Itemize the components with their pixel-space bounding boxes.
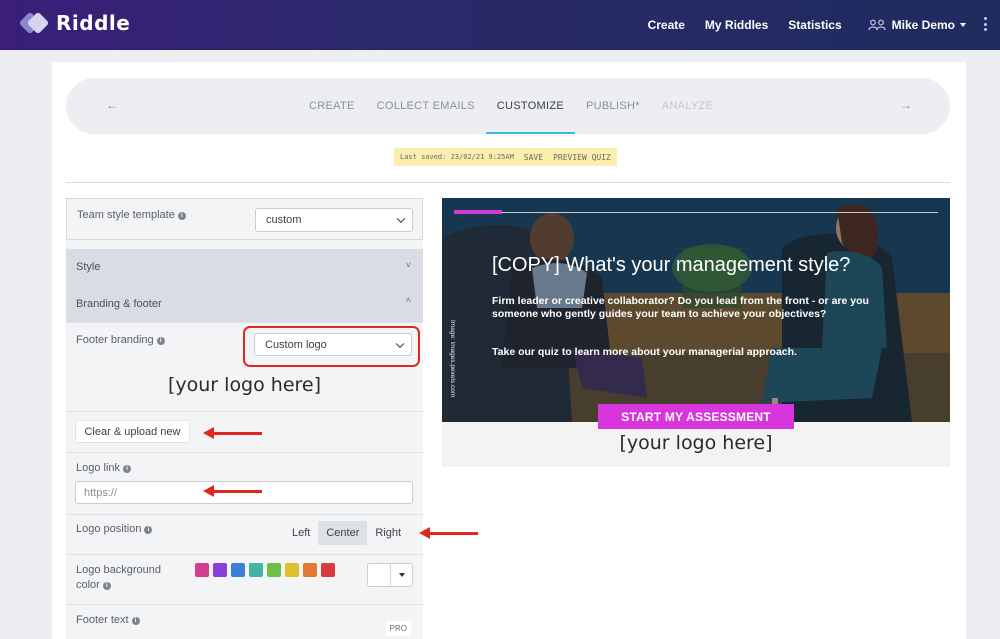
color-swatch[interactable]: [285, 563, 299, 577]
team-style-label: Team style template: [77, 209, 175, 221]
user-menu[interactable]: Mike Demo: [868, 18, 966, 32]
divider: [390, 564, 391, 586]
footer-text-row: Footer text i PRO: [66, 605, 423, 639]
progress-track: [454, 212, 938, 213]
info-icon: i: [123, 465, 132, 473]
color-swatches: [195, 563, 339, 577]
logo-bg-label-2: color: [76, 579, 100, 591]
annotation-arrow-icon: [419, 527, 478, 539]
step-collect-emails[interactable]: COLLECT EMAILS: [366, 78, 486, 134]
color-swatch[interactable]: [303, 563, 317, 577]
color-swatch[interactable]: [321, 563, 335, 577]
prev-step-arrow-icon[interactable]: ←: [106, 98, 118, 112]
nav-my-riddles[interactable]: My Riddles: [705, 18, 768, 32]
step-customize[interactable]: CUSTOMIZE: [485, 78, 576, 134]
nav-statistics[interactable]: Statistics: [788, 18, 841, 32]
logo-link-label: Logo link: [76, 462, 121, 474]
color-swatch[interactable]: [231, 563, 245, 577]
color-swatch[interactable]: [195, 563, 209, 577]
cover-image: [COPY] What's your management style? Fir…: [442, 198, 950, 422]
caret-down-icon: [399, 573, 405, 577]
user-name: Mike Demo: [891, 18, 955, 32]
quiz-cta-text: Take our quiz to learn more about your m…: [492, 346, 912, 358]
step-publish[interactable]: PUBLISH*: [575, 78, 651, 134]
logo-link-row: Logo link i https://: [66, 453, 423, 515]
footer-text-label: Footer text: [76, 614, 129, 626]
image-credit: Image: images.pexels.com: [449, 320, 456, 398]
step-create[interactable]: CREATE: [298, 78, 366, 134]
info-icon: i: [156, 337, 165, 345]
step-navigation: ← CREATE COLLECT EMAILS CUSTOMIZE PUBLIS…: [66, 78, 950, 134]
info-icon: i: [177, 212, 186, 220]
highlight-box: [243, 326, 420, 367]
info-icon: i: [144, 526, 153, 534]
quiz-description: Firm leader or creative collaborator? Do…: [492, 295, 869, 320]
branding-section-title: Branding & footer: [76, 298, 162, 310]
color-swatch[interactable]: [267, 563, 281, 577]
caret-down-icon: [960, 23, 966, 27]
progress-bar: [454, 210, 503, 214]
footer-branding-label: Footer branding: [76, 334, 154, 346]
next-step-arrow-icon[interactable]: →: [900, 98, 912, 112]
position-right-button[interactable]: Right: [367, 521, 410, 545]
team-style-value: custom: [266, 214, 302, 226]
preview-quiz-button[interactable]: PREVIEW QUIZ: [553, 153, 611, 162]
branding-section-header[interactable]: Branding & footer ˄: [66, 286, 423, 323]
logo-preview: [your logo here]: [167, 374, 322, 396]
position-left-button[interactable]: Left: [284, 521, 319, 545]
start-assessment-button[interactable]: START MY ASSESSMENT: [598, 404, 794, 429]
position-center-button[interactable]: Center: [318, 521, 368, 545]
logo-position-row: Logo position i Left Center Right: [66, 515, 423, 555]
quiz-preview: [COPY] What's your management style? Fir…: [442, 198, 950, 467]
clear-upload-button[interactable]: Clear & upload new: [75, 420, 190, 443]
divider: [66, 182, 950, 183]
team-style-select[interactable]: custom: [255, 208, 413, 232]
chevron-down-icon: [396, 214, 406, 224]
step-analyze: ANALYZE: [661, 100, 714, 112]
logo-position-label: Logo position: [76, 523, 142, 535]
logo-bg-color-row: Logo background color i: [66, 555, 423, 605]
annotation-arrow-icon: [203, 485, 262, 497]
chevron-down-icon: ˅: [405, 260, 411, 270]
info-icon: i: [131, 617, 140, 625]
more-vertical-icon[interactable]: [984, 17, 988, 31]
style-section-header[interactable]: Style ˅: [66, 249, 423, 286]
pro-badge: PRO: [385, 621, 411, 636]
logo-bg-label: Logo background: [76, 564, 162, 576]
settings-panel: Team style template i custom Style ˅ Bran…: [66, 198, 423, 639]
riddle-logo[interactable]: Riddle: [18, 11, 131, 35]
riddle-logo-icon: [18, 11, 50, 35]
last-saved-text: Last saved: 23/02/21 9:25AM: [400, 153, 514, 161]
top-navbar: Riddle Create My Riddles Statistics Mike…: [0, 0, 1000, 50]
logo-link-placeholder: https://: [84, 486, 118, 499]
annotation-arrow-icon: [203, 427, 262, 439]
chevron-up-icon: ˄: [405, 295, 411, 305]
color-swatch[interactable]: [213, 563, 227, 577]
quiz-cta-rest: to learn more about your managerial appr…: [558, 346, 797, 358]
style-section-title: Style: [76, 261, 101, 273]
logo-position-toggle: Left Center Right: [284, 521, 410, 545]
app-name: Riddle: [56, 11, 131, 35]
team-style-row: Team style template i custom: [66, 198, 423, 240]
color-swatch[interactable]: [249, 563, 263, 577]
save-status-bar: Last saved: 23/02/21 9:25AM SAVE PREVIEW…: [394, 148, 617, 166]
color-picker[interactable]: [367, 563, 413, 587]
quiz-title: [COPY] What's your management style?: [492, 254, 851, 276]
nav-create[interactable]: Create: [648, 18, 685, 32]
preview-logo-placeholder: [your logo here]: [619, 432, 773, 454]
quiz-cta-bold: Take our quiz: [492, 346, 559, 358]
save-button[interactable]: SAVE: [524, 153, 543, 162]
info-icon: i: [102, 582, 111, 590]
users-icon: [868, 19, 886, 31]
